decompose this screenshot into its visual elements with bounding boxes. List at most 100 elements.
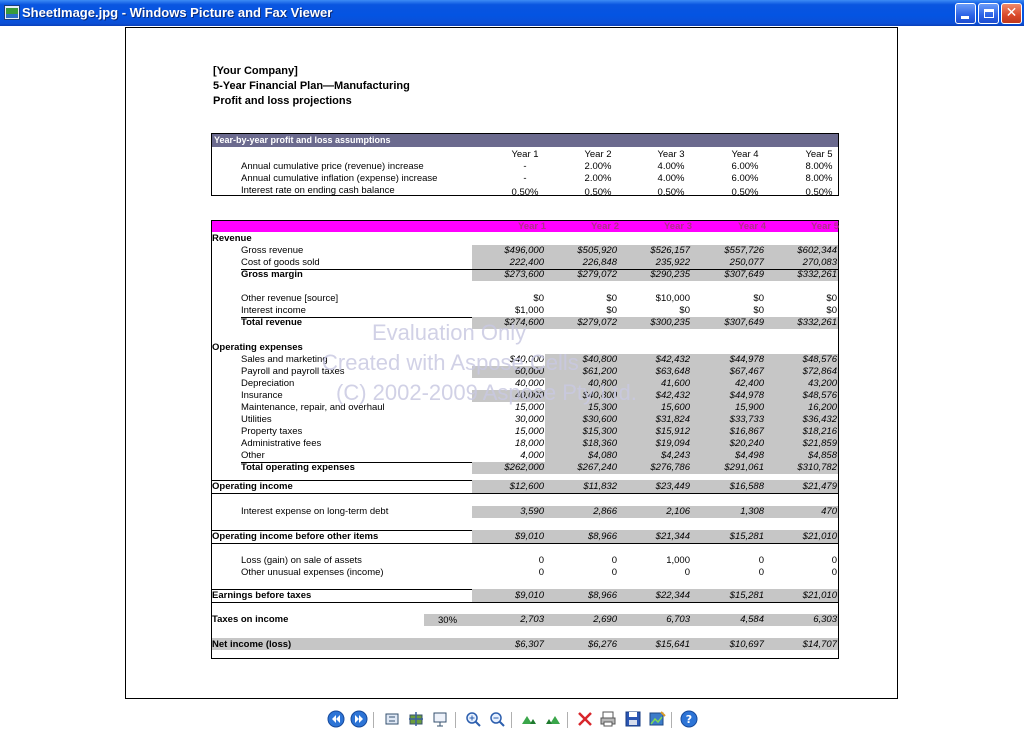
row-label: Sales and marketing [241, 354, 328, 365]
row-value: $0 [753, 293, 764, 304]
previous-image-icon[interactable] [327, 710, 345, 728]
assumption-value: 4.00% [657, 173, 685, 184]
assumption-year-header: Year 3 [657, 149, 685, 160]
row-label: Taxes on income [212, 614, 289, 625]
zoom-in-icon[interactable] [464, 710, 482, 728]
year-header: Year 3 [664, 221, 692, 232]
assumption-label: Annual cumulative price (revenue) increa… [241, 161, 424, 172]
row-value: $14,707 [802, 639, 837, 650]
row-label: Total operating expenses [241, 462, 355, 473]
row-value: $12,600 [509, 481, 544, 492]
sheet-image[interactable]: [Your Company] 5-Year Financial Plan—Man… [125, 27, 898, 699]
row-value: $1,000 [514, 305, 544, 316]
row-value: 43,200 [807, 378, 837, 389]
row-value: 6,303 [813, 614, 837, 625]
minimize-button[interactable] [955, 3, 976, 24]
row-value: $4,858 [807, 450, 837, 461]
row-value: 2,866 [593, 506, 617, 517]
rotate-counterclockwise-icon[interactable] [544, 710, 562, 728]
row-label: Administrative fees [241, 438, 322, 449]
help-icon[interactable]: ? [680, 710, 698, 728]
assumption-label: Annual cumulative inflation (expense) in… [241, 173, 438, 184]
toolbar-separator [455, 712, 456, 728]
row-value: $21,010 [802, 590, 837, 601]
row-value: $300,235 [650, 317, 690, 328]
row-value: $23,449 [655, 481, 690, 492]
plan-subtitle: Profit and loss projections [213, 95, 352, 107]
row-divider [212, 493, 838, 494]
row-value: $21,344 [655, 531, 690, 542]
assumption-value: - [523, 161, 527, 172]
slideshow-icon[interactable] [431, 710, 449, 728]
next-image-icon[interactable] [350, 710, 368, 728]
restore-button[interactable] [978, 3, 999, 24]
assumption-value: 8.00% [805, 173, 833, 184]
row-value: $273,600 [504, 269, 544, 280]
row-label: Gross margin [241, 269, 303, 280]
row-value: $30,600 [582, 414, 617, 425]
picture-viewer-app-icon[interactable] [4, 5, 20, 20]
row-value: $16,588 [729, 481, 764, 492]
assumption-year-header: Year 1 [511, 149, 539, 160]
row-value: 1,308 [740, 506, 764, 517]
row-value: $72,864 [802, 366, 837, 377]
assumption-value: 4.00% [657, 161, 685, 172]
assumption-value: 0.50% [511, 187, 539, 198]
row-value: $0 [753, 305, 764, 316]
row-value: $8,966 [587, 531, 617, 542]
row-value: $290,235 [650, 269, 690, 280]
row-value: 16,200 [807, 402, 837, 413]
row-value: 0 [831, 567, 837, 578]
best-fit-icon[interactable] [383, 710, 401, 728]
row-value: $6,276 [587, 639, 617, 650]
row-label: Cost of goods sold [241, 257, 320, 268]
row-value: $8,966 [587, 590, 617, 601]
window-titlebar[interactable]: SheetImage.jpg - Windows Picture and Fax… [0, 0, 1024, 26]
row-value: $9,010 [514, 590, 544, 601]
row-value: $602,344 [797, 245, 837, 256]
row-value: $15,300 [582, 426, 617, 437]
row-value: $15,912 [655, 426, 690, 437]
viewer-toolbar: ? [0, 704, 1024, 734]
row-label: Operating income [212, 481, 293, 492]
row-value: $63,648 [655, 366, 690, 377]
rotate-clockwise-icon[interactable] [520, 710, 538, 728]
row-value: $310,782 [797, 462, 837, 473]
svg-text:?: ? [686, 713, 692, 726]
row-value: $16,867 [729, 426, 764, 437]
row-value: 42,400 [734, 378, 764, 389]
row-value: $44,978 [729, 354, 764, 365]
row-value: $279,072 [577, 269, 617, 280]
row-value: 4,584 [740, 614, 764, 625]
row-value: $307,649 [724, 317, 764, 328]
row-divider [212, 543, 838, 544]
row-value: $0 [679, 305, 690, 316]
section-heading: Operating expenses [212, 342, 303, 353]
save-icon[interactable] [624, 710, 642, 728]
row-value: $9,010 [514, 531, 544, 542]
print-icon[interactable] [599, 710, 617, 728]
row-value: 30,000 [514, 414, 544, 425]
close-button[interactable]: ✕ [1001, 3, 1022, 24]
row-value: $15,641 [655, 639, 690, 650]
row-value: $307,649 [724, 269, 764, 280]
row-label: Insurance [241, 390, 283, 401]
row-label: Net income (loss) [212, 639, 292, 650]
row-value: 2,690 [593, 614, 617, 625]
row-value: $0 [533, 293, 544, 304]
row-value: $332,261 [797, 269, 837, 280]
row-value: $21,010 [802, 531, 837, 542]
tax-rate: 30% [438, 615, 458, 626]
assumption-value: 0.50% [805, 187, 833, 198]
open-editor-icon[interactable] [648, 710, 666, 728]
watermark-line-2: Created with Aspose.Cells [322, 350, 579, 375]
row-value: $0 [606, 305, 617, 316]
year-header: Year 5 [811, 221, 839, 232]
row-value: 0 [758, 555, 764, 566]
row-value: $15,281 [729, 531, 764, 542]
zoom-out-icon[interactable] [488, 710, 506, 728]
row-value: 4,000 [520, 450, 544, 461]
actual-size-icon[interactable] [407, 710, 425, 728]
close-icon: ✕ [1005, 5, 1018, 21]
delete-icon[interactable] [576, 710, 594, 728]
